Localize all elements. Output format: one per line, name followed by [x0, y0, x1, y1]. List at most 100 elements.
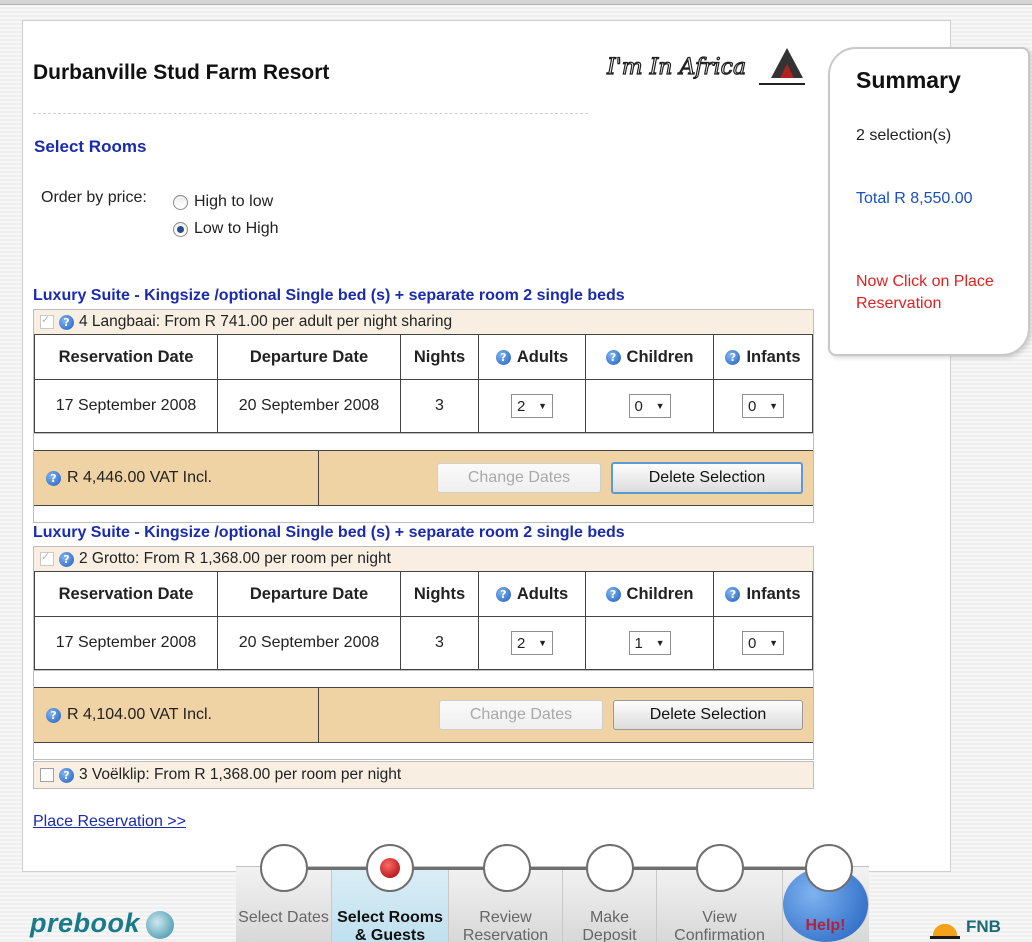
help-icon[interactable]: ?: [46, 470, 61, 486]
fnb-logo: FNB: [930, 914, 1001, 939]
adults-cell: 2 ▼: [478, 379, 586, 433]
help-icon[interactable]: ?: [605, 350, 621, 365]
room-2-actions: Change Dates Delete Selection: [319, 688, 813, 742]
fnb-tree-icon: [930, 914, 960, 939]
help-icon[interactable]: ?: [59, 314, 74, 330]
room-1-checkbox[interactable]: [40, 313, 54, 329]
header-children: ? Children: [585, 571, 714, 617]
help-icon[interactable]: ?: [59, 767, 74, 783]
room-1-price-row: ? R 4,446.00 VAT Incl. Change Dates Dele…: [34, 450, 813, 506]
window-top-border: [0, 0, 1032, 5]
prebook-brand: prebook: [30, 908, 141, 938]
delete-selection-button[interactable]: Delete Selection: [611, 462, 803, 494]
header-children-label: Children: [626, 348, 694, 366]
delete-selection-button[interactable]: Delete Selection: [613, 700, 803, 730]
children-cell: 0 ▼: [585, 379, 714, 433]
help-icon[interactable]: ?: [605, 587, 621, 602]
summary-selection-count: 2 selection(s): [856, 127, 952, 144]
order-low-to-high[interactable]: Low to High: [173, 220, 279, 238]
header-reservation-date: Reservation Date: [34, 334, 218, 380]
dropdown-arrow-icon: ▼: [769, 638, 778, 648]
room-2-heading: Luxury Suite - Kingsize /optional Single…: [33, 524, 625, 541]
room-1-price: R 4,446.00 VAT Incl.: [67, 469, 212, 486]
help-icon[interactable]: ?: [495, 587, 511, 602]
header-departure-date: Departure Date: [217, 571, 401, 617]
children-select[interactable]: 1 ▼: [628, 631, 671, 655]
children-value: 1: [634, 634, 643, 652]
header-children-label: Children: [626, 585, 694, 603]
header-infants-label: Infants: [746, 585, 801, 603]
room-2-checkbox[interactable]: [40, 550, 54, 566]
row-spacer: [34, 506, 813, 522]
step-node: [696, 844, 744, 892]
row-spacer: [34, 743, 813, 759]
help-icon[interactable]: ?: [46, 707, 61, 723]
order-high-to-low[interactable]: High to low: [173, 193, 273, 211]
infants-value: 0: [748, 397, 757, 415]
children-value: 0: [634, 397, 643, 415]
title-divider: [33, 113, 588, 114]
room-3-checkbox[interactable]: [40, 768, 54, 782]
prebook-globe-icon: [146, 910, 175, 939]
change-dates-button[interactable]: Change Dates: [439, 700, 603, 730]
room-3-line: ? 3 Voëlklip: From R 1,368.00 per room p…: [34, 762, 813, 788]
room-1-description: 4 Langbaai: From R 741.00 per adult per …: [79, 313, 453, 330]
infants-cell: 0 ▼: [713, 379, 813, 433]
step-node-current: [366, 844, 414, 892]
place-reservation-link[interactable]: Place Reservation >>: [33, 813, 186, 831]
dropdown-arrow-icon: ▼: [769, 401, 778, 411]
nights-cell: 3: [400, 379, 479, 433]
summary-total: Total R 8,550.00: [856, 190, 973, 207]
room-2-price-row: ? R 4,104.00 VAT Incl. Change Dates Dele…: [34, 687, 813, 743]
infants-select[interactable]: 0 ▼: [742, 631, 784, 655]
radio-low-to-high[interactable]: [173, 221, 188, 237]
header-nights: Nights: [400, 334, 479, 380]
help-icon[interactable]: ?: [725, 587, 741, 602]
header-adults: ? Adults: [478, 571, 586, 617]
main-panel: Durbanville Stud Farm Resort I'm In Afri…: [22, 20, 951, 872]
room-1-price-cell: ? R 4,446.00 VAT Incl.: [34, 451, 319, 505]
infants-cell: 0 ▼: [713, 616, 813, 670]
infants-value: 0: [748, 634, 757, 652]
radio-low-to-high-label: Low to High: [194, 220, 279, 237]
im-in-africa-logo: I'm In Africa: [599, 34, 811, 98]
children-select[interactable]: 0 ▼: [628, 394, 671, 418]
adults-value: 2: [517, 634, 526, 652]
room-2-description: 2 Grotto: From R 1,368.00 per room per n…: [79, 550, 391, 567]
adults-cell: 2 ▼: [478, 616, 586, 670]
help-icon[interactable]: ?: [495, 350, 511, 365]
order-by-label: Order by price:: [41, 189, 147, 206]
dropdown-arrow-icon: ▼: [655, 638, 665, 648]
header-reservation-date: Reservation Date: [34, 571, 218, 617]
summary-panel: Summary 2 selection(s) Total R 8,550.00 …: [828, 47, 1030, 356]
header-adults: ? Adults: [478, 334, 586, 380]
room-2-block: ? 2 Grotto: From R 1,368.00 per room per…: [33, 546, 814, 760]
room-1-block: ? 4 Langbaai: From R 741.00 per adult pe…: [33, 309, 814, 523]
room-2-table: Reservation Date Departure Date Nights ?…: [34, 571, 813, 670]
header-departure-date: Departure Date: [217, 334, 401, 380]
infants-select[interactable]: 0 ▼: [742, 394, 784, 418]
step-node: [260, 844, 308, 892]
step-node: [805, 844, 853, 892]
summary-call-to-action: Now Click on Place Reservation: [856, 273, 994, 312]
select-rooms-heading: Select Rooms: [34, 137, 147, 156]
row-spacer: [34, 670, 813, 687]
radio-high-to-low[interactable]: [173, 194, 188, 210]
progress-track: [236, 840, 869, 900]
help-icon[interactable]: ?: [59, 551, 74, 567]
header-infants: ? Infants: [713, 334, 813, 380]
svg-text:I'm In Africa: I'm In Africa: [606, 55, 746, 80]
footer: prebook Select Dates Select Rooms & Gues…: [0, 840, 1032, 942]
row-spacer: [34, 433, 813, 450]
hotel-title: Durbanville Stud Farm Resort: [33, 61, 330, 84]
children-cell: 1 ▼: [585, 616, 714, 670]
header-adults-label: Adults: [516, 585, 569, 603]
adults-select[interactable]: 2 ▼: [511, 631, 553, 655]
room-1-actions: Change Dates Delete Selection: [319, 451, 813, 505]
adults-select[interactable]: 2 ▼: [511, 394, 553, 418]
table-row: 17 September 2008 20 September 2008 3 2 ▼…: [34, 616, 813, 670]
nights-cell: 3: [400, 616, 479, 670]
room-2-price-cell: ? R 4,104.00 VAT Incl.: [34, 688, 319, 742]
change-dates-button[interactable]: Change Dates: [437, 463, 601, 493]
help-icon[interactable]: ?: [725, 350, 741, 365]
